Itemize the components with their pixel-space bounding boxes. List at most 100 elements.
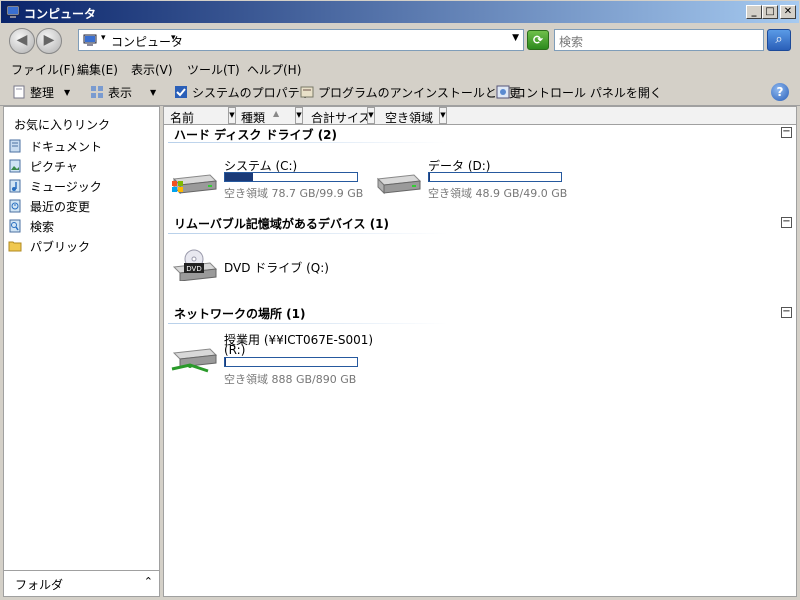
- back-arrow-icon: ◀: [16, 32, 28, 48]
- close-button[interactable]: ✕: [780, 5, 796, 19]
- search-button[interactable]: ⌕: [767, 29, 791, 51]
- search-input[interactable]: 検索: [554, 29, 764, 51]
- view-label: 表示: [108, 85, 133, 100]
- column-label: 名前: [170, 111, 195, 125]
- maximize-button[interactable]: □: [762, 5, 778, 19]
- drive-r[interactable]: 授業用 (¥¥ICT067E-S001) (R:) 空き領域 888 GB/89…: [170, 331, 430, 387]
- svg-text:DVD: DVD: [186, 265, 201, 273]
- minimize-button[interactable]: _: [746, 5, 762, 19]
- fav-item-label: パブリック: [30, 239, 91, 254]
- menu-tools[interactable]: ツール(T): [187, 61, 240, 78]
- sort-arrow-icon: ▲: [273, 109, 280, 118]
- fav-item-label: ドキュメント: [30, 139, 103, 154]
- menu-help[interactable]: ヘルプ(H): [247, 61, 301, 78]
- group-header-hdd[interactable]: ハード ディスク ドライブ (2): [174, 126, 337, 143]
- uninstall-button[interactable]: プログラムのアンインストールと変更: [300, 83, 521, 101]
- checkmark-icon: [175, 86, 187, 98]
- menu-edit[interactable]: 編集(E): [77, 61, 118, 78]
- chevron-down-icon: ▼: [64, 87, 71, 97]
- column-menu-icon[interactable]: ▼: [295, 107, 303, 124]
- drive-q[interactable]: DVD DVD ドライブ (Q:): [170, 241, 370, 289]
- column-name[interactable]: 名前 ▼: [164, 107, 236, 125]
- drive-d[interactable]: データ (D:) 空き領域 48.9 GB/49.0 GB: [374, 157, 574, 205]
- menu-bar: ファイル(F) 編集(E) 表示(V) ツール(T) ヘルプ(H): [0, 58, 800, 78]
- fav-item-recent[interactable]: 最近の変更: [8, 197, 90, 215]
- crumb-chevron-icon[interactable]: ▾: [101, 33, 106, 43]
- help-icon[interactable]: ?: [771, 83, 789, 101]
- fav-item-label: ミュージック: [30, 179, 102, 194]
- drive-c[interactable]: システム (C:) 空き領域 78.7 GB/99.9 GB: [170, 157, 370, 205]
- address-dropdown-icon[interactable]: ▼: [512, 33, 519, 43]
- column-menu-icon[interactable]: ▼: [367, 107, 375, 124]
- capacity-bar: [224, 357, 358, 367]
- views-icon: [91, 86, 103, 98]
- column-free-space[interactable]: 空き領域 ▼: [379, 107, 447, 125]
- fav-item-search[interactable]: 検索: [8, 217, 54, 235]
- group-divider: [168, 323, 448, 324]
- fav-item-label: 検索: [30, 219, 55, 234]
- capacity-fill: [225, 173, 253, 181]
- drive-letter: (R:): [224, 343, 246, 357]
- forward-arrow-icon: ▶: [43, 32, 55, 48]
- column-menu-icon[interactable]: ▼: [439, 107, 447, 124]
- computer-icon: [83, 34, 97, 46]
- forward-button[interactable]: ▶: [36, 28, 62, 54]
- drive-name: 授業用 (¥¥ICT067E-S001): [224, 333, 374, 347]
- fav-item-public[interactable]: パブリック: [8, 237, 90, 255]
- system-properties-button[interactable]: システムのプロパティ: [174, 83, 311, 101]
- hard-drive-icon: [376, 174, 422, 195]
- public-folder-icon: [8, 241, 22, 252]
- folders-bar[interactable]: フォルダ ⌃: [4, 570, 159, 596]
- address-box[interactable]: ▾ コンピュータ ▾ ▼: [78, 29, 524, 51]
- network-drive-icon: [171, 348, 218, 373]
- fav-item-label: 最近の変更: [30, 199, 91, 214]
- organize-label: 整理: [30, 85, 55, 100]
- fav-item-pictures[interactable]: ピクチャ: [8, 157, 78, 175]
- capacity-bar: [224, 172, 358, 182]
- recent-icon: [9, 199, 21, 213]
- collapse-icon[interactable]: −: [781, 217, 792, 228]
- programs-icon: [300, 86, 314, 98]
- fav-item-music[interactable]: ミュージック: [8, 177, 102, 195]
- pictures-icon: [9, 159, 21, 173]
- back-button[interactable]: ◀: [9, 28, 35, 54]
- column-header: 名前 ▼ 種類 ▲ ▼ 合計サイズ ▼ 空き領域 ▼: [164, 107, 796, 125]
- drive-free-space: 空き領域 888 GB/890 GB: [224, 373, 357, 386]
- fav-item-label: ピクチャ: [30, 159, 78, 174]
- search-icon: [9, 219, 21, 233]
- column-label: 空き領域: [385, 111, 434, 125]
- computer-icon: [6, 5, 20, 18]
- music-icon: [9, 179, 21, 193]
- refresh-button[interactable]: ⟳: [527, 30, 549, 50]
- title-bar: コンピュータ _ □ ✕: [0, 0, 800, 24]
- navigation-pane: お気に入りリンク ドキュメント ピクチャ ミュージック 最近の変更 検索 パブリ…: [3, 106, 160, 597]
- crumb-chevron-icon[interactable]: ▾: [171, 33, 176, 43]
- column-total-size[interactable]: 合計サイズ ▼: [305, 107, 375, 125]
- column-type[interactable]: 種類 ▲ ▼: [235, 107, 303, 125]
- group-header-removable[interactable]: リムーバブル記憶域があるデバイス (1): [174, 215, 389, 232]
- capacity-bar: [428, 172, 562, 182]
- organize-button[interactable]: 整理 ▼: [12, 83, 70, 101]
- column-label: 合計サイズ: [311, 111, 371, 125]
- chevron-down-icon: ▼: [150, 87, 157, 97]
- menu-view[interactable]: 表示(V): [131, 61, 173, 78]
- view-button[interactable]: 表示 ▼: [90, 83, 156, 101]
- group-divider: [168, 142, 448, 143]
- menu-file[interactable]: ファイル(F): [11, 61, 75, 78]
- control-panel-label: コントロール パネルを開く: [514, 85, 662, 100]
- control-panel-button[interactable]: コントロール パネルを開く: [496, 83, 662, 101]
- drive-name: DVD ドライブ (Q:): [224, 261, 329, 275]
- chevron-up-icon[interactable]: ⌃: [144, 575, 153, 588]
- collapse-icon[interactable]: −: [781, 127, 792, 138]
- folders-label: フォルダ: [15, 578, 64, 592]
- control-panel-icon: [496, 85, 510, 99]
- uninstall-label: プログラムのアンインストールと変更: [318, 85, 521, 100]
- group-header-network[interactable]: ネットワークの場所 (1): [174, 305, 306, 322]
- collapse-icon[interactable]: −: [781, 307, 792, 318]
- dvd-drive-icon: DVD: [172, 249, 218, 281]
- window-title: コンピュータ: [24, 7, 97, 21]
- magnifier-icon: ⌕: [775, 32, 783, 47]
- drive-free-space: 空き領域 48.9 GB/49.0 GB: [428, 187, 568, 200]
- fav-item-documents[interactable]: ドキュメント: [8, 137, 102, 155]
- column-label: 種類: [241, 111, 266, 125]
